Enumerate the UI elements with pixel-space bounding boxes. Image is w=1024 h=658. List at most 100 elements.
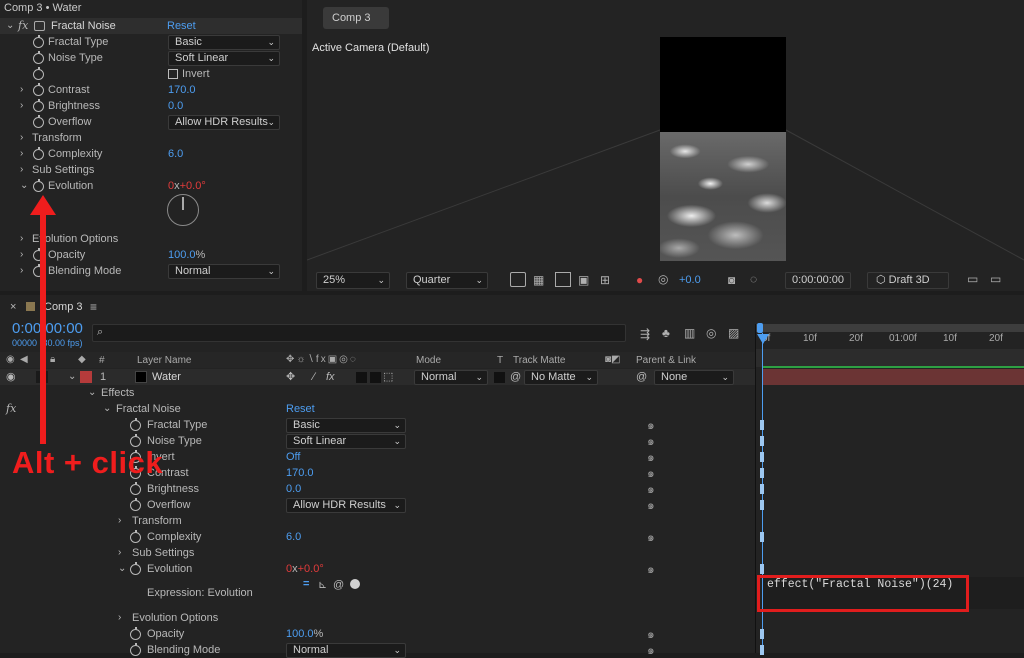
fx-icon[interactable]: fx: [18, 18, 28, 34]
stopwatch-icon[interactable]: [130, 627, 141, 640]
motion-blur-icon[interactable]: ◎: [706, 326, 716, 340]
comp-canvas[interactable]: [660, 37, 786, 261]
layer-row[interactable]: ◉ ⌄ 1 Water ✥ ∕ fx ⬚ Normal ⌄ @ No Matte ⌄…: [0, 369, 755, 385]
mask-visibility-icon[interactable]: [555, 272, 571, 287]
spiral-icon[interactable]: ๑: [647, 561, 655, 577]
graph-icon[interactable]: ⊾: [318, 577, 327, 593]
motion-blur-switch[interactable]: [356, 372, 367, 383]
opacity-number[interactable]: 100.0: [286, 628, 314, 640]
3d-view-icon[interactable]: ▭: [967, 272, 978, 286]
brightness-value[interactable]: 0.0: [286, 481, 301, 497]
evolution-degrees[interactable]: +0.0°: [180, 180, 206, 192]
chevron-down-icon[interactable]: ⌄: [103, 401, 111, 417]
parent-dropdown[interactable]: None ⌄: [654, 370, 734, 385]
chevron-down-icon[interactable]: ⌄: [88, 385, 96, 401]
evolution-value[interactable]: 0x+0.0°: [168, 178, 206, 194]
spiral-icon[interactable]: ๑: [647, 626, 655, 642]
stopwatch-icon[interactable]: [130, 530, 141, 543]
quality-switch-icon[interactable]: ∕: [313, 369, 315, 385]
noise-type-dropdown[interactable]: Soft Linear ⌄: [286, 434, 406, 449]
stopwatch-icon[interactable]: [33, 147, 44, 160]
track-matte-dropdown[interactable]: No Matte ⌄: [524, 370, 598, 385]
draft-3d-icon[interactable]: ♣: [662, 326, 670, 340]
fast-previews-icon[interactable]: [510, 272, 526, 287]
stopwatch-icon[interactable]: [130, 482, 141, 495]
opacity-value[interactable]: 100.0%: [168, 247, 205, 263]
preserve-transparency-toggle[interactable]: [494, 372, 505, 383]
chevron-right-icon[interactable]: ›: [20, 146, 23, 162]
chevron-right-icon[interactable]: ›: [20, 130, 23, 146]
exposure-value[interactable]: +0.0: [679, 274, 701, 286]
timeline-comp-tab[interactable]: Comp 3: [44, 301, 83, 313]
eye-icon[interactable]: ◉: [6, 369, 16, 385]
blending-dropdown[interactable]: Normal ⌄: [168, 264, 280, 279]
stopwatch-icon[interactable]: [33, 35, 44, 48]
invert-value[interactable]: Off: [286, 449, 300, 465]
contrast-value[interactable]: 170.0: [286, 465, 314, 481]
stopwatch-icon[interactable]: [33, 67, 44, 80]
transparency-grid-icon[interactable]: ▦: [533, 273, 544, 287]
graph-editor-icon[interactable]: ▨: [728, 326, 739, 340]
grid-guides-icon[interactable]: ⊞: [600, 273, 610, 287]
stopwatch-icon[interactable]: [130, 643, 141, 656]
camera-snapshot-icon[interactable]: ◙: [728, 273, 735, 287]
evolution-dial[interactable]: [167, 194, 199, 226]
fractal-type-dropdown[interactable]: Basic ⌄: [168, 35, 280, 50]
show-snapshot-icon[interactable]: ◌: [750, 272, 757, 286]
transform-row[interactable]: › Transform: [0, 513, 755, 529]
chevron-down-icon[interactable]: ⌄: [6, 18, 14, 34]
chevron-right-icon[interactable]: ›: [118, 513, 121, 529]
label-color[interactable]: [80, 371, 92, 383]
fx-icon[interactable]: fx: [6, 401, 16, 417]
complexity-value[interactable]: 6.0: [168, 146, 183, 162]
layer-duration-bar[interactable]: [763, 369, 1024, 385]
shy-switch-icon[interactable]: ✥: [286, 369, 295, 385]
effects-group-row[interactable]: ⌄ Effects: [0, 385, 755, 401]
stopwatch-icon[interactable]: [130, 562, 141, 575]
playhead-handle[interactable]: [757, 334, 769, 344]
work-area-bar[interactable]: [756, 324, 1024, 332]
chevron-right-icon[interactable]: ›: [118, 545, 121, 561]
pickwhip-icon[interactable]: @: [510, 369, 521, 385]
effect-header-row[interactable]: ⌄ fx Fractal Noise Reset: [0, 18, 302, 34]
chevron-right-icon[interactable]: ›: [20, 247, 23, 263]
3d-layer-switch-icon[interactable]: ⬚: [383, 369, 393, 385]
search-input[interactable]: ⌕: [92, 324, 626, 342]
color-management-icon[interactable]: ◎: [658, 272, 668, 286]
timeline-timecode[interactable]: 0:00:00:00: [12, 320, 83, 337]
overflow-dropdown[interactable]: Allow HDR Results ⌄: [286, 498, 406, 513]
brightness-value[interactable]: 0.0: [168, 98, 183, 114]
fx-switch-icon[interactable]: fx: [326, 369, 335, 385]
views-layout-icon[interactable]: ▭: [990, 272, 1001, 286]
stopwatch-icon[interactable]: [33, 115, 44, 128]
chevron-right-icon[interactable]: ›: [20, 98, 23, 114]
frame-blending-icon[interactable]: ▥: [684, 326, 695, 340]
expression-pickwhip-icon[interactable]: @: [333, 577, 344, 593]
spiral-icon[interactable]: ๑: [647, 497, 655, 513]
current-time-field[interactable]: 0:00:00:00: [785, 272, 851, 289]
spiral-icon[interactable]: ๑: [647, 529, 655, 545]
stopwatch-icon[interactable]: [130, 418, 141, 431]
panel-menu-icon[interactable]: ≡: [90, 300, 97, 314]
blending-dropdown[interactable]: Normal ⌄: [286, 643, 406, 658]
chevron-right-icon[interactable]: ›: [20, 263, 23, 279]
sub-settings-row[interactable]: › Sub Settings: [0, 162, 302, 178]
parent-pickwhip-icon[interactable]: @: [636, 369, 647, 385]
effect-settings-icon[interactable]: [34, 21, 45, 31]
zoom-dropdown[interactable]: 25% ⌄: [316, 272, 390, 289]
chevron-right-icon[interactable]: ›: [20, 82, 23, 98]
chevron-right-icon[interactable]: ›: [20, 231, 23, 247]
spiral-icon[interactable]: ๑: [647, 481, 655, 497]
layer-name-header[interactable]: Layer Name: [137, 355, 191, 366]
overflow-dropdown[interactable]: Allow HDR Results ⌄: [168, 115, 280, 130]
renderer-button[interactable]: ⬡ Draft 3D: [867, 272, 949, 289]
comp-mini-flowchart-icon[interactable]: ⇶: [640, 327, 650, 341]
timeline-divider[interactable]: [755, 324, 756, 653]
reset-link[interactable]: Reset: [167, 18, 196, 34]
complexity-value[interactable]: 6.0: [286, 529, 301, 545]
time-ruler[interactable]: 0f 10f 20f 01:00f 10f 20f: [756, 333, 1024, 349]
stopwatch-icon[interactable]: [33, 51, 44, 64]
evolution-value[interactable]: 0x+0.0°: [286, 561, 324, 577]
chevron-down-icon[interactable]: ⌄: [118, 561, 126, 577]
spiral-icon[interactable]: ๑: [647, 449, 655, 465]
